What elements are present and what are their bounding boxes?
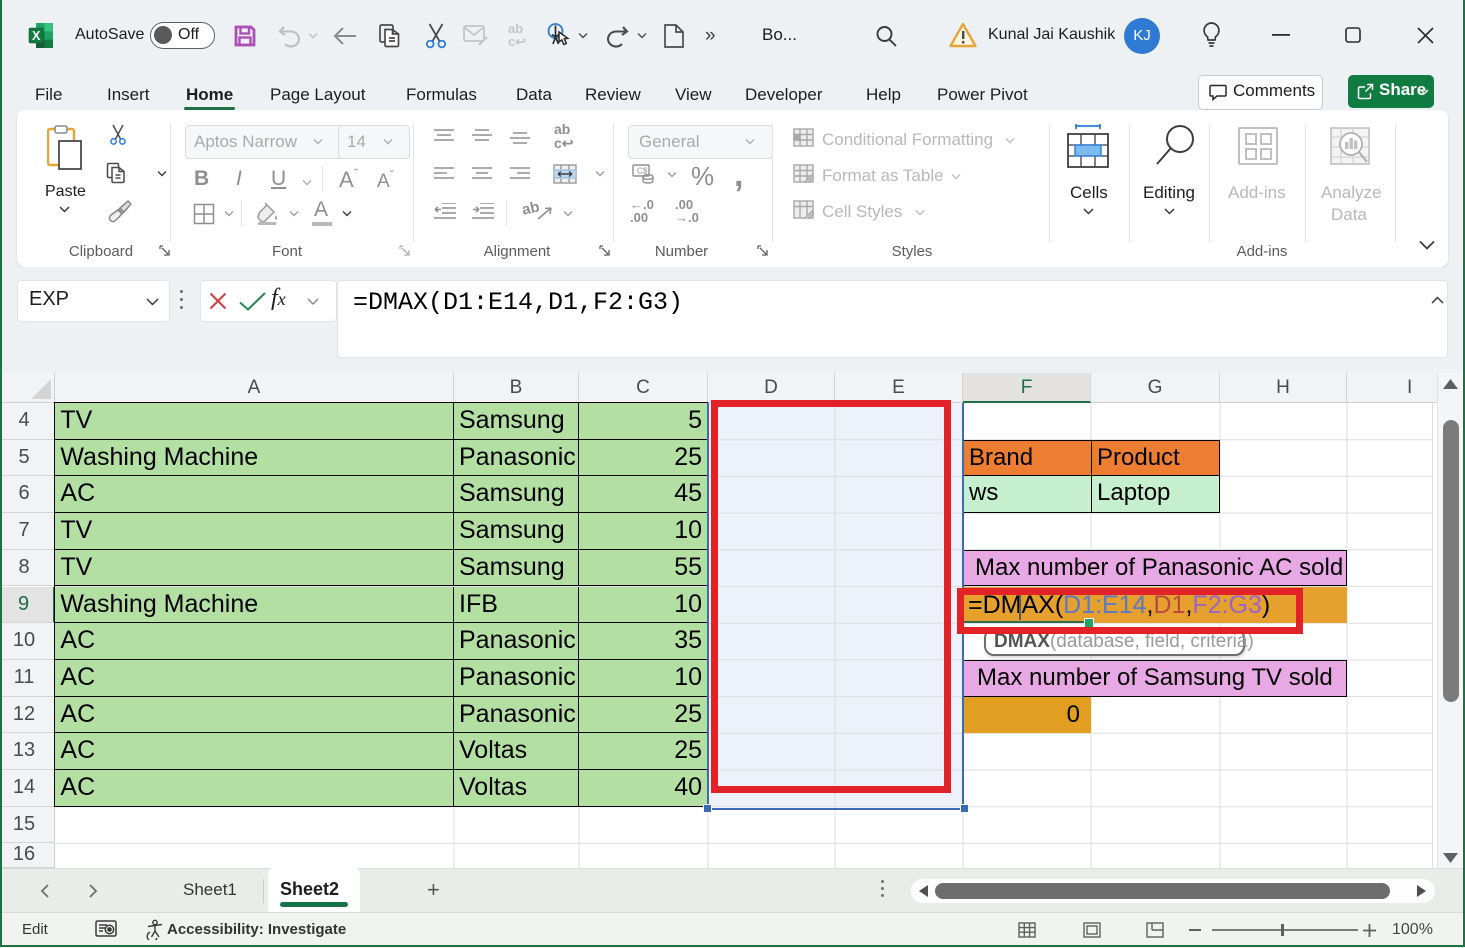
svg-text:X: X <box>32 29 41 43</box>
